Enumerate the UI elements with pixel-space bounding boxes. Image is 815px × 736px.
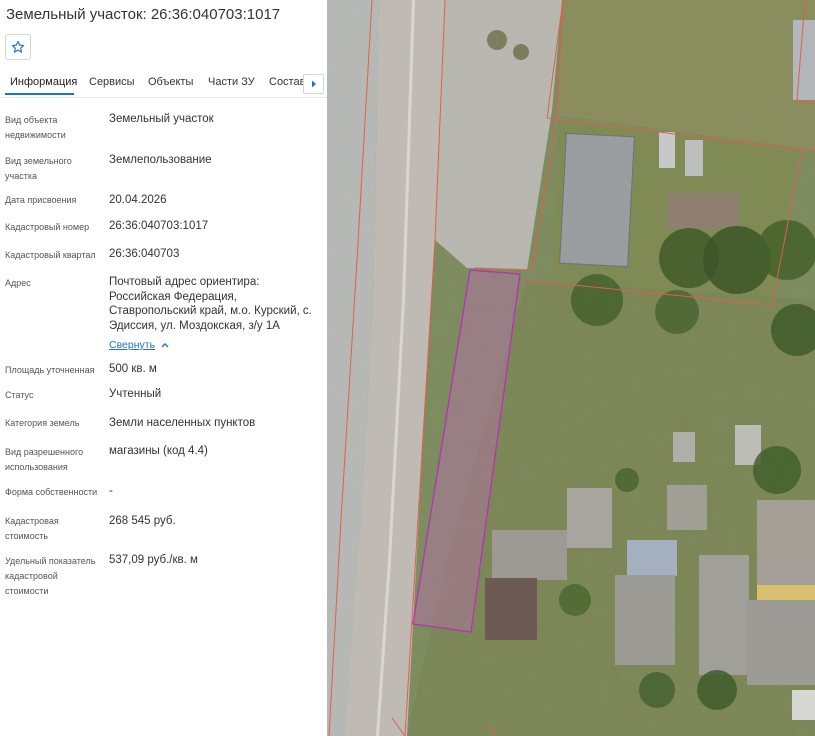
field-label-assign-date: Дата присвоения bbox=[5, 195, 77, 205]
field-value-status: Учтенный bbox=[109, 388, 162, 400]
tree bbox=[753, 446, 801, 494]
house-roof bbox=[699, 555, 749, 675]
field-value-object-type: Земельный участок bbox=[109, 113, 214, 125]
field-label-parcel-type: Вид земельного участка bbox=[5, 156, 72, 181]
building-roof bbox=[559, 132, 635, 268]
field-label-cadastral-number: Кадастровый номер bbox=[5, 222, 90, 232]
tab-services[interactable]: Сервисы bbox=[89, 76, 135, 88]
field-label-object-type: Вид объекта недвижимости bbox=[5, 115, 66, 140]
active-tab-indicator bbox=[5, 93, 74, 95]
tab-information[interactable]: Информация bbox=[10, 76, 77, 88]
house-roof bbox=[747, 600, 815, 685]
page-title: Земельный участок: 26:36:040703:1017 bbox=[6, 6, 281, 23]
field-label-cadastral-quarter: Кадастровый квартал bbox=[5, 250, 96, 260]
house-roof bbox=[627, 540, 677, 576]
tree bbox=[513, 44, 529, 60]
field-label-permitted-use: Вид разрешенного использования bbox=[5, 447, 84, 472]
tabs-scroll-right-button[interactable] bbox=[303, 74, 324, 94]
field-label-address: Адрес bbox=[5, 278, 31, 288]
shed-roof bbox=[659, 132, 675, 168]
chevron-right-icon bbox=[311, 80, 316, 88]
collapse-link-label: Свернуть bbox=[109, 339, 156, 351]
shed-roof bbox=[673, 432, 695, 462]
house-roof bbox=[567, 488, 612, 548]
tree bbox=[559, 584, 591, 616]
field-label-land-category: Категория земель bbox=[5, 418, 80, 428]
tab-bar: Информация Сервисы Объекты Части ЗУ Сост… bbox=[0, 70, 327, 98]
field-label-cadastral-value: Кадастровая стоимость bbox=[5, 516, 59, 541]
collapse-link[interactable]: Свернуть bbox=[109, 339, 169, 351]
satellite-map[interactable] bbox=[327, 0, 815, 736]
field-value-address: Почтовый адрес ориентира: Российская Фед… bbox=[109, 276, 312, 332]
chevron-up-icon bbox=[161, 343, 169, 348]
house-roof bbox=[667, 485, 707, 530]
field-value-ownership: - bbox=[109, 485, 113, 497]
house-roof bbox=[615, 575, 675, 665]
field-value-cadastral-value: 268 545 руб. bbox=[109, 515, 176, 527]
field-value-specific-value: 537,09 руб./кв. м bbox=[109, 554, 198, 566]
field-label-specific-value: Удельный показатель кадастровой стоимост… bbox=[5, 556, 96, 596]
field-value-parcel-type: Землепользование bbox=[109, 154, 212, 166]
shed-roof bbox=[685, 140, 703, 176]
house-roof bbox=[757, 500, 815, 590]
favorite-button[interactable] bbox=[5, 34, 31, 60]
house-roof bbox=[485, 578, 537, 640]
tab-composition[interactable]: Состав bbox=[269, 76, 305, 88]
shed-roof bbox=[792, 690, 815, 720]
tree bbox=[757, 220, 815, 280]
divider bbox=[0, 97, 327, 98]
tab-objects[interactable]: Объекты bbox=[148, 76, 193, 88]
house-roof bbox=[667, 193, 739, 229]
map-canvas bbox=[327, 0, 815, 736]
house-roof bbox=[492, 530, 567, 580]
field-label-ownership: Форма собственности bbox=[5, 487, 98, 497]
tree bbox=[571, 274, 623, 326]
tree bbox=[487, 30, 507, 50]
field-label-status: Статус bbox=[5, 390, 34, 400]
field-value-area: 500 кв. м bbox=[109, 363, 157, 375]
tab-parcel-parts[interactable]: Части ЗУ bbox=[208, 76, 255, 88]
field-label-area: Площадь уточненная bbox=[5, 365, 95, 375]
field-value-cadastral-number: 26:36:040703:1017 bbox=[109, 220, 209, 232]
tree bbox=[615, 468, 639, 492]
tree bbox=[639, 672, 675, 708]
field-value-cadastral-quarter: 26:36:040703 bbox=[109, 248, 180, 260]
building-roof bbox=[793, 20, 815, 100]
tree bbox=[697, 670, 737, 710]
field-value-permitted-use: магазины (код 4.4) bbox=[109, 445, 208, 457]
field-value-land-category: Земли населенных пунктов bbox=[109, 417, 256, 429]
field-value-assign-date: 20.04.2026 bbox=[109, 194, 167, 206]
star-outline-icon bbox=[11, 40, 25, 53]
info-panel: Земельный участок: 26:36:040703:1017 Инф… bbox=[0, 0, 327, 736]
